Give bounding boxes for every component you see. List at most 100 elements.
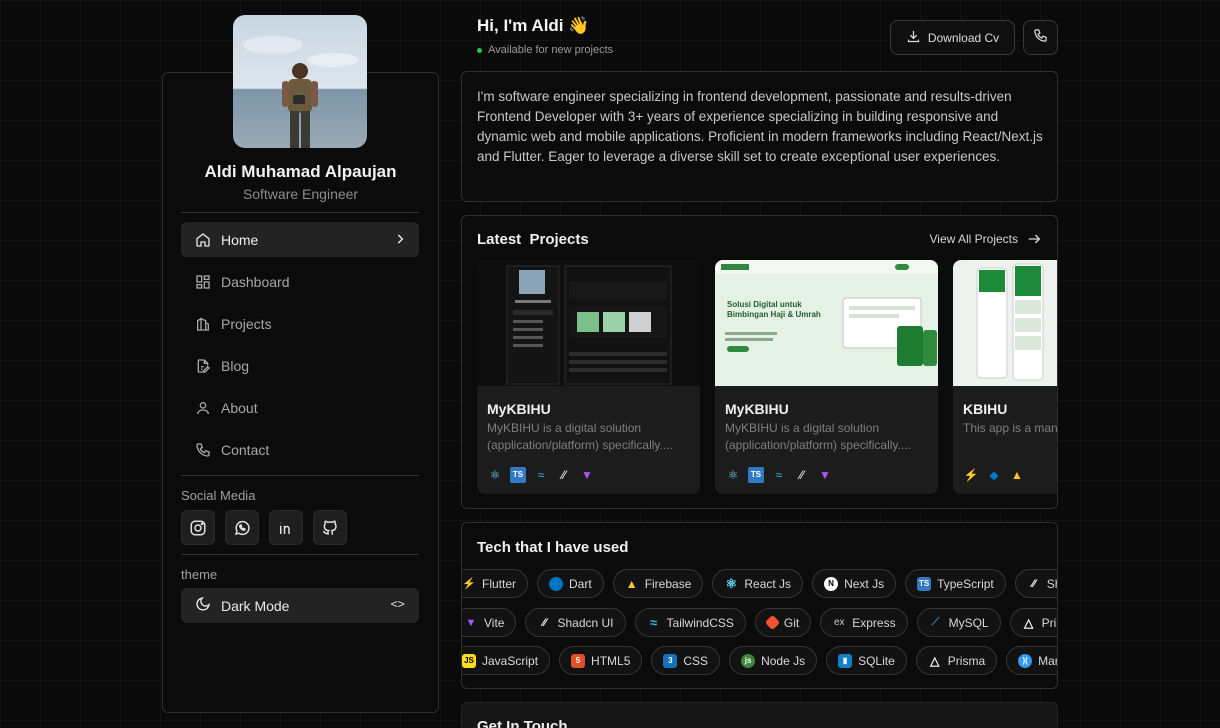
tech-chip: Dart [537,569,604,598]
tech-stack-card: Tech that I have used ⚡ Flutter Dart ▲ Fir… [461,522,1058,689]
instagram-link[interactable] [181,510,215,545]
tech-chip: TS TypeScript [905,569,1006,598]
tech-chip-label: CSS [683,653,709,668]
sidebar-item-projects[interactable]: Projects [181,306,419,341]
tailwind-icon: ≈ [775,468,783,482]
typescript-icon: TS [748,467,764,483]
sidebar-item-contact[interactable]: Contact [181,432,419,467]
vite-icon: ▼ [465,616,477,629]
project-thumbnail [953,260,1057,386]
tech-chip: 3 CSS [651,646,721,675]
sidebar-item-home[interactable]: Home [181,222,419,257]
phone-icon [1033,28,1048,48]
tech-chip-label: TailwindCSS [666,615,734,630]
view-all-label: View All Projects [929,232,1018,246]
linkedin-link[interactable] [269,510,303,545]
express-icon: ex [833,617,845,628]
sidebar-item-about[interactable]: About [181,390,419,425]
tech-row: ▼ Vite ⁄⁄ Shadcn UI ≈ TailwindCSS Git ex Exp… [462,608,1057,637]
divider [181,475,419,476]
download-label: Download Cv [927,30,1000,45]
typescript-icon: TS [917,576,932,591]
tech-chip: ▲ Firebase [612,569,704,598]
tech-chip: Git [754,608,812,637]
tech-chip: ▼ Vite [462,608,517,637]
flutter-icon: ⚡ [462,578,476,590]
nodejs-icon: js [741,653,756,668]
tech-chip: 5 HTML5 [559,646,643,675]
tech-chip: )( Mantine [1006,646,1057,675]
shadcn-icon: ⁄⁄ [799,468,804,482]
sidebar-item-label: Dashboard [221,273,290,290]
code-icon: <> [390,597,405,611]
chevron-right-icon [393,232,407,249]
section-title: Tech that I have used [477,539,629,556]
javascript-icon: JS [462,653,476,668]
projects-icon [195,316,211,332]
blog-icon [195,358,211,374]
tech-chip: ⚡ Flutter [462,569,529,598]
profile-role: Software Engineer [242,186,359,202]
download-icon [906,29,921,47]
tech-stack: ⚡ ◆ ▲ [963,467,1025,483]
sidebar-nav: Home Dashboard Projects Blog About Conta… [181,222,419,474]
section-title: Get In Touch [477,718,568,728]
tech-chip: ▮ SQLite [826,646,907,675]
project-description: This app is a mana designed to let cu [963,421,1058,435]
tech-chip: ⟋ MySQL [916,608,1001,637]
tech-chip-label: React Js [744,576,792,591]
project-title: MyKBIHU [487,401,551,417]
tech-row: ⚡ Flutter Dart ▲ Firebase ⚛ React Js N Next … [462,569,1057,598]
get-in-touch-card: Get In Touch [461,702,1058,728]
project-card[interactable]: MyKBIHU MyKBIHU is a digital solution (a… [477,260,700,494]
shadcn-icon: ⁄⁄ [542,616,547,629]
sidebar-item-blog[interactable]: Blog [181,348,419,383]
profile-name: Aldi Muhamad Alpaujan [204,162,397,181]
theme-toggle[interactable]: Dark Mode <> [181,588,419,623]
phone-icon [195,442,211,458]
whatsapp-icon [234,520,250,535]
page-title: Hi, I'm Aldi 👋 [477,16,590,35]
project-title: KBIHU [963,401,1008,417]
social-links [181,510,347,545]
whatsapp-link[interactable] [225,510,259,545]
tech-chip-label: Vite [484,615,505,630]
tech-chip-label: JavaScript [482,653,539,668]
tech-chip-label: Flutter [482,576,517,591]
tech-stack: ⚛ TS ≈ ⁄⁄ ▼ [725,467,833,483]
tech-chip-label: Git [783,615,800,630]
github-link[interactable] [313,510,347,545]
about-text: I'm software engineer specializing in fr… [477,89,1043,164]
tailwind-icon: ≈ [649,615,658,630]
section-title: Latest Projects [477,231,589,248]
home-icon [195,232,211,248]
css-icon: 3 [663,653,678,668]
tech-chip-label: HTML5 [591,653,631,668]
mysql-icon: ⟋ [931,616,940,628]
status-dot [477,47,482,53]
html5-icon: 5 [571,653,586,668]
view-all-projects-link[interactable]: View All Projects [930,231,1042,247]
theme-label: theme [181,567,218,582]
project-thumbnail [477,260,700,386]
call-button[interactable] [1023,20,1058,55]
project-title: MyKBIHU [725,401,789,417]
sidebar-item-label: Blog [221,357,250,374]
tech-chip: js Node Js [729,646,818,675]
tech-chip-label: TypeScript [937,576,994,591]
availability-status: Available for new projects [477,44,613,56]
shadcn-icon: ⁄⁄ [561,468,566,482]
sidebar-item-dashboard[interactable]: Dashboard [181,264,419,299]
download-cv-button[interactable]: Download Cv [890,20,1015,55]
tech-row: JS JavaScript 5 HTML5 3 CSS js Node Js ▮ SQLi… [462,646,1057,675]
tech-chip: JS JavaScript [462,646,551,675]
firebase-icon: ▲ [1011,468,1023,482]
project-card[interactable]: KBIHU This app is a mana designed to let… [953,260,1058,494]
dashboard-icon [195,274,211,290]
sidebar-item-label: Home [221,231,259,248]
mantine-icon: )( [1018,653,1033,668]
tech-chip-label: Mantine [1038,653,1057,668]
tech-chip-label: Firebase [644,576,692,591]
tech-chip-label: Shadcn UI [557,615,614,630]
project-card[interactable]: Solusi Digital untuk Bimbingan Haji & Um… [715,260,938,494]
